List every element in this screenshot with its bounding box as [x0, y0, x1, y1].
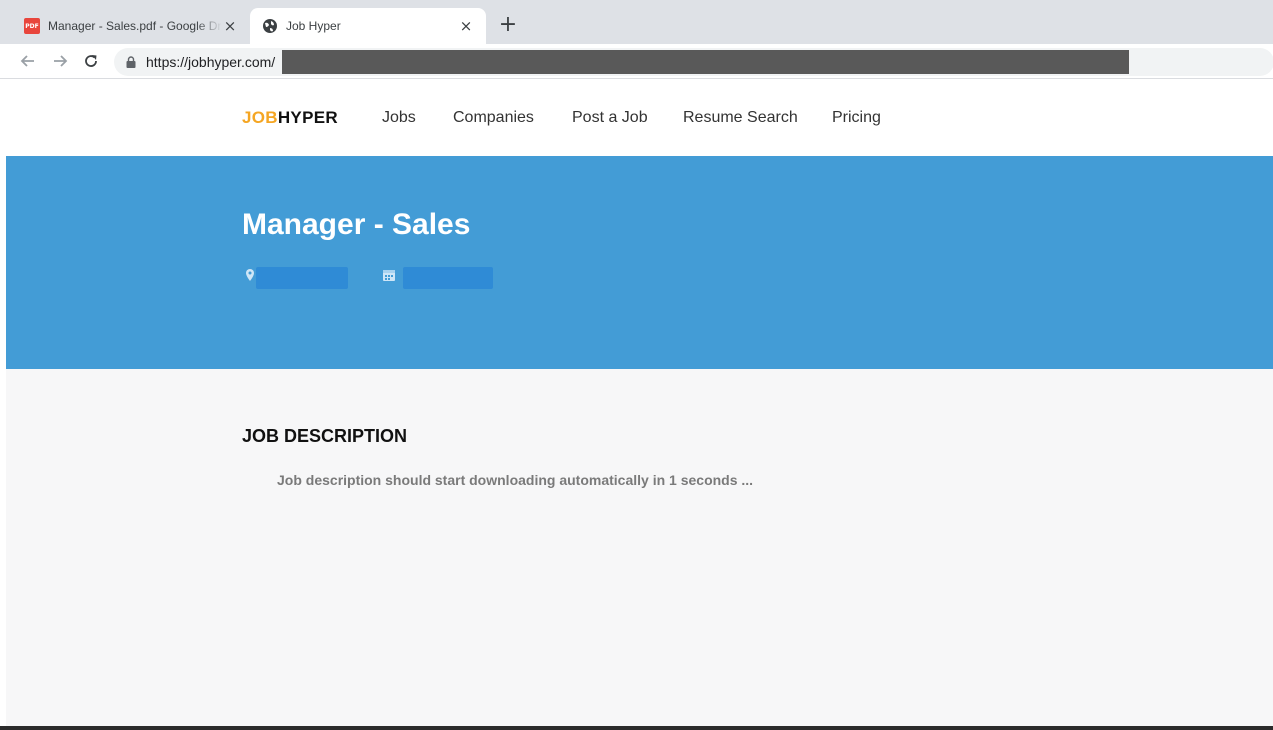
reload-button[interactable] — [81, 51, 101, 71]
reload-icon — [85, 55, 97, 67]
close-icon[interactable]: × — [458, 18, 474, 34]
new-tab-button[interactable]: + — [497, 14, 519, 36]
job-description-section: JOB DESCRIPTION Job description should s… — [6, 369, 1273, 726]
forward-button[interactable] — [50, 51, 70, 71]
site-header: JOBHYPER Jobs Companies Post a Job Resum… — [0, 80, 1273, 156]
web-page: JOBHYPER Jobs Companies Post a Job Resum… — [0, 80, 1273, 730]
logo-part-hyper: HYPER — [277, 108, 338, 127]
bottom-edge-bar — [0, 726, 1273, 730]
address-bar[interactable]: https://jobhyper.com/ — [114, 48, 1273, 76]
nav-link-post-a-job[interactable]: Post a Job — [572, 109, 648, 127]
page-left-edge — [0, 156, 6, 730]
nav-link-pricing[interactable]: Pricing — [832, 109, 881, 127]
logo-part-job: JOB — [242, 108, 278, 127]
arrow-right-icon — [54, 55, 68, 67]
tab-job-hyper[interactable]: Job Hyper × — [250, 8, 486, 44]
browser-toolbar: https://jobhyper.com/ — [0, 44, 1273, 79]
nav-link-resume-search[interactable]: Resume Search — [683, 109, 798, 127]
section-heading: JOB DESCRIPTION — [242, 426, 408, 446]
close-icon[interactable]: × — [222, 18, 238, 34]
pdf-icon: PDF — [24, 18, 40, 34]
back-button[interactable] — [18, 51, 38, 71]
download-message: Job description should start downloading… — [277, 472, 754, 488]
location-redacted — [256, 267, 348, 289]
globe-icon — [263, 19, 277, 33]
lock-icon — [126, 56, 136, 68]
url-text: https://jobhyper.com/ — [146, 54, 276, 70]
location-pin-icon — [246, 269, 254, 281]
arrow-left-icon — [20, 55, 34, 67]
url-redacted-block — [282, 50, 1129, 74]
calendar-icon — [383, 270, 395, 281]
nav-link-companies[interactable]: Companies — [453, 109, 534, 127]
tab-title: Job Hyper — [286, 19, 341, 33]
site-logo[interactable]: JOBHYPER — [242, 108, 338, 128]
tab-google-drive-pdf[interactable]: PDF Manager - Sales.pdf - Google Drive × — [14, 8, 248, 44]
job-hero-banner: Manager - Sales — [6, 156, 1273, 369]
nav-link-jobs[interactable]: Jobs — [382, 109, 416, 127]
tab-title: Manager - Sales.pdf - Google Drive — [48, 19, 222, 33]
browser-tabstrip: PDF Manager - Sales.pdf - Google Drive ×… — [0, 0, 1273, 44]
job-title: Manager - Sales — [242, 208, 471, 241]
date-redacted — [403, 267, 493, 289]
